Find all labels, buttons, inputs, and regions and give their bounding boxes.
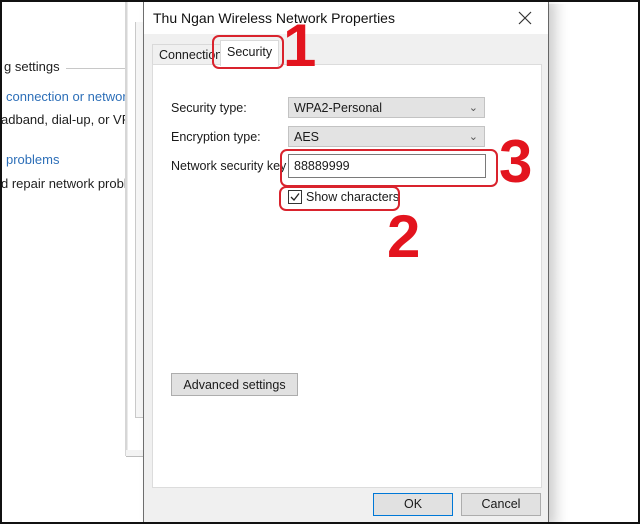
- screenshot-frame: g settings connection or network adband,…: [0, 0, 640, 524]
- chevron-down-icon: ⌄: [468, 102, 478, 114]
- annotation-box-show-characters: [279, 186, 400, 211]
- tab-security[interactable]: Security: [220, 40, 280, 66]
- encryption-type-select[interactable]: AES ⌄: [288, 126, 485, 147]
- dialog-title: Thu Ngan Wireless Network Properties: [153, 10, 395, 26]
- close-icon: [518, 11, 532, 25]
- annotation-step-2: 2: [387, 203, 421, 270]
- tab-strip: Connection Security: [152, 40, 542, 66]
- annotation-box-network-key: [280, 149, 498, 187]
- encryption-type-label: Encryption type:: [171, 130, 261, 144]
- background-window: g settings connection or network adband,…: [2, 2, 128, 522]
- security-tab-panel: Security type: WPA2-Personal ⌄ Encryptio…: [152, 64, 542, 488]
- ok-button[interactable]: OK: [373, 493, 453, 516]
- bg-window-border: [125, 2, 128, 456]
- dialog-titlebar[interactable]: Thu Ngan Wireless Network Properties: [144, 2, 548, 34]
- encryption-type-value: AES: [294, 130, 320, 144]
- network-key-label: Network security key: [171, 159, 287, 173]
- bg-section-heading: g settings: [4, 59, 60, 74]
- annotation-step-3: 3: [499, 128, 533, 195]
- security-type-select[interactable]: WPA2-Personal ⌄: [288, 97, 485, 118]
- bg-troubleshoot-description: d repair network problems: [2, 176, 128, 191]
- bg-heading-divider: [66, 68, 126, 69]
- advanced-settings-button[interactable]: Advanced settings: [171, 373, 298, 396]
- wireless-properties-dialog: Thu Ngan Wireless Network Properties Con…: [143, 2, 549, 522]
- cancel-button[interactable]: Cancel: [461, 493, 541, 516]
- chevron-down-icon: ⌄: [468, 131, 478, 143]
- bg-setup-connection-link[interactable]: connection or network: [6, 89, 128, 104]
- bg-setup-description: adband, dial-up, or VPN: [2, 112, 128, 127]
- dialog-shadow: [548, 4, 568, 522]
- bg-troubleshoot-link[interactable]: problems: [6, 152, 59, 167]
- security-type-value: WPA2-Personal: [294, 101, 382, 115]
- security-type-label: Security type:: [171, 101, 247, 115]
- close-button[interactable]: [510, 5, 540, 31]
- annotation-step-1: 1: [283, 12, 317, 79]
